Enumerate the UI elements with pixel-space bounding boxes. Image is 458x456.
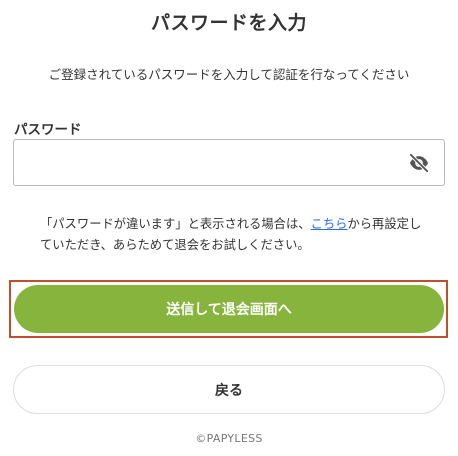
password-label: パスワード: [14, 122, 82, 138]
reset-password-link[interactable]: こちら: [311, 217, 348, 231]
password-field: [13, 139, 445, 186]
page-title: パスワードを入力: [150, 12, 307, 34]
password-input[interactable]: [14, 140, 444, 185]
eye-slash-icon[interactable]: [408, 153, 430, 173]
password-confirm-page: パスワードを入力 ご登録されているパスワードを入力して認証を行なってください パ…: [0, 0, 458, 456]
page-subtitle: ご登録されているパスワードを入力して認証を行なってください: [48, 67, 410, 82]
copyright-footer: ©PAPYLESS: [195, 432, 263, 445]
notice-text-before: 「パスワードが違います」と表示される場合は、: [40, 217, 311, 231]
reset-notice: 「パスワードが違います」と表示される場合は、こちらから再設定していただき、あらた…: [40, 214, 430, 256]
submit-withdraw-button[interactable]: 送信して退会画面へ: [14, 285, 444, 333]
back-button[interactable]: 戻る: [13, 365, 445, 414]
